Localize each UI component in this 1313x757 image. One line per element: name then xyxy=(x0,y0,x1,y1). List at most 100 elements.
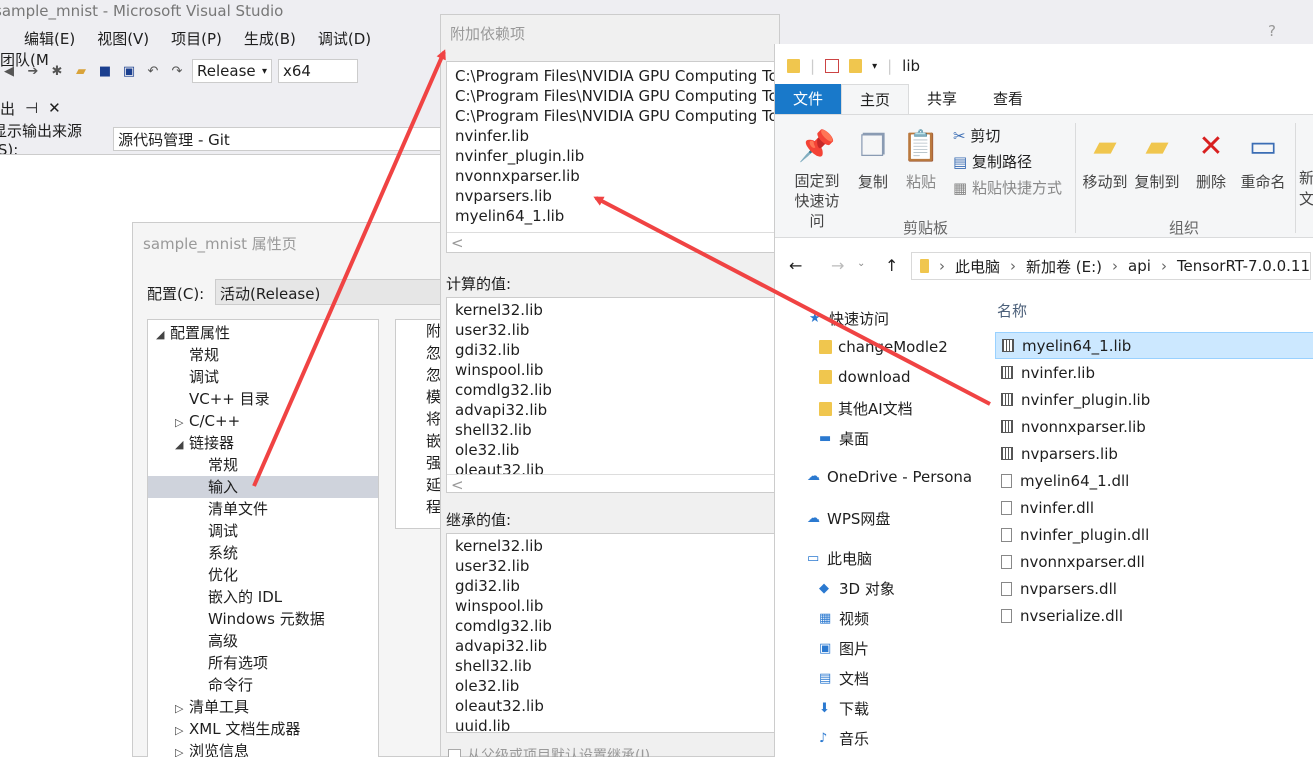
expand-icon[interactable]: ▷ xyxy=(175,412,189,434)
tree-item[interactable]: Windows 元数据 xyxy=(148,608,378,630)
file-row[interactable]: nvinfer_plugin.lib xyxy=(995,386,1313,413)
config-dropdown[interactable]: 活动(Release) xyxy=(215,279,455,305)
file-row[interactable]: nvparsers.dll xyxy=(995,575,1313,602)
column-header-name[interactable]: 名称 xyxy=(997,300,1027,321)
copy-to-button[interactable]: ▰ 复制到 xyxy=(1132,127,1182,192)
redo-icon[interactable]: ↷ xyxy=(168,62,186,80)
nav-item[interactable]: ▦ 视频 xyxy=(819,608,869,629)
tree-item[interactable]: ▷ XML 文档生成器 xyxy=(148,718,378,740)
output-tab[interactable]: 出 ⊣ ✕ xyxy=(0,96,72,120)
expand-icon[interactable]: ▷ xyxy=(175,742,189,757)
nav-item[interactable]: ◆ 3D 对象 xyxy=(819,578,895,599)
cut-button[interactable]: ✂ 剪切 xyxy=(953,125,1000,146)
menu-project[interactable]: 项目(P) xyxy=(171,28,222,49)
copy-path-button[interactable]: ▤ 复制路径 xyxy=(953,151,1032,172)
copy-button[interactable]: ❐ 复制 xyxy=(853,127,893,192)
tree-item[interactable]: ◢ 链接器 xyxy=(148,432,378,454)
nav-item[interactable]: ▭ 此电脑 xyxy=(807,548,872,569)
file-row[interactable]: nvparsers.lib xyxy=(995,440,1313,467)
tab-view[interactable]: 查看 xyxy=(975,84,1041,114)
file-row[interactable]: myelin64_1.dll xyxy=(995,467,1313,494)
platform-dropdown[interactable]: x64 xyxy=(278,59,358,83)
nav-item[interactable]: changeModle2 xyxy=(819,338,948,356)
forward-icon[interactable]: → xyxy=(831,256,844,275)
inherit-checkbox[interactable]: 从父级或项目默认设置继承(I) xyxy=(448,745,650,757)
tree-item[interactable]: 优化 xyxy=(148,564,378,586)
tree-item[interactable]: 所有选项 xyxy=(148,652,378,674)
nav-item[interactable]: ☁ OneDrive - Persona xyxy=(807,468,972,486)
save-all-icon[interactable]: ▣ xyxy=(120,62,138,80)
menu-edit[interactable]: 编辑(E) xyxy=(24,28,75,49)
open-folder-icon[interactable]: ▰ xyxy=(72,62,90,80)
tree-item[interactable]: VC++ 目录 xyxy=(148,388,378,410)
output-source-dropdown[interactable]: 源代码管理 - Git xyxy=(113,127,450,151)
new-folder-icon[interactable] xyxy=(849,59,863,73)
expand-icon[interactable]: ▷ xyxy=(175,698,189,720)
checkbox-box[interactable] xyxy=(448,748,461,757)
scrollbar[interactable]: < xyxy=(447,474,786,492)
new-button[interactable]: 新 文 xyxy=(1299,167,1313,209)
tree-item[interactable]: 调试 xyxy=(148,520,378,542)
tree-item[interactable]: 常规 xyxy=(148,344,378,366)
address-bar[interactable]: › 此电脑 › 新加卷 (E:) › api › TensorRT-7.0.0.… xyxy=(911,252,1311,280)
nav-item[interactable]: download xyxy=(819,368,911,386)
breadcrumb-this-pc[interactable]: 此电脑 xyxy=(955,256,1000,277)
nav-item[interactable]: ★ 快速访问 xyxy=(809,308,889,329)
close-icon[interactable]: ✕ xyxy=(48,99,61,117)
help-button[interactable]: ? xyxy=(1268,22,1276,40)
breadcrumb-drive[interactable]: 新加卷 (E:) xyxy=(1026,256,1102,277)
file-row[interactable]: nvserialize.dll xyxy=(995,602,1313,629)
tree-item[interactable]: 清单文件 xyxy=(148,498,378,520)
configuration-dropdown[interactable]: Release ▾ xyxy=(192,59,272,83)
new-project-icon[interactable]: ✱ xyxy=(48,62,66,80)
pin-icon[interactable]: ⊣ xyxy=(25,99,38,117)
forward-icon[interactable]: ➔ xyxy=(24,62,42,80)
file-row[interactable]: nvonnxparser.dll xyxy=(995,548,1313,575)
undo-icon[interactable]: ↶ xyxy=(144,62,162,80)
tab-share[interactable]: 共享 xyxy=(909,84,975,114)
back-icon[interactable]: ← xyxy=(789,256,802,275)
file-row[interactable]: nvinfer_plugin.dll xyxy=(995,521,1313,548)
menu-view[interactable]: 视图(V) xyxy=(97,28,149,49)
pin-to-quick-access-button[interactable]: 📌 固定到 快速访问 xyxy=(789,127,845,231)
nav-item[interactable]: ♪ 音乐 xyxy=(819,728,869,749)
rename-button[interactable]: ▭ 重命名 xyxy=(1237,127,1289,192)
tree-item[interactable]: ▷ 浏览信息 xyxy=(148,740,378,757)
tab-file[interactable]: 文件 xyxy=(775,84,842,114)
tree-item[interactable]: ◢ 配置属性 xyxy=(148,322,378,344)
chevron-down-icon[interactable]: ▾ xyxy=(872,61,877,72)
file-row[interactable]: nvinfer.lib xyxy=(995,359,1313,386)
tab-home[interactable]: 主页 xyxy=(841,84,910,114)
properties-icon[interactable] xyxy=(825,59,840,73)
scrollbar[interactable]: < xyxy=(447,232,786,252)
expand-icon[interactable]: ▷ xyxy=(175,720,189,742)
nav-item[interactable]: ⬇ 下载 xyxy=(819,698,869,719)
nav-item[interactable]: 其他AI文档 xyxy=(819,398,913,419)
nav-item[interactable]: ▣ 图片 xyxy=(819,638,869,659)
file-row[interactable]: myelin64_1.lib xyxy=(995,332,1313,359)
tree-item[interactable]: 常规 xyxy=(148,454,378,476)
tree-item[interactable]: 系统 xyxy=(148,542,378,564)
file-row[interactable]: nvonnxparser.lib xyxy=(995,413,1313,440)
nav-item[interactable]: ☁ WPS网盘 xyxy=(807,508,890,529)
tree-item[interactable]: ▷ C/C++ xyxy=(148,410,378,432)
dependency-editor[interactable]: C:\Program Files\NVIDIA GPU Computing To… xyxy=(446,61,786,253)
nav-item[interactable]: ▤ 文档 xyxy=(819,668,869,689)
menu-build[interactable]: 生成(B) xyxy=(244,28,296,49)
tree-item[interactable]: 高级 xyxy=(148,630,378,652)
tree-item[interactable]: 输入 xyxy=(148,476,378,498)
save-icon[interactable]: ■ xyxy=(96,62,114,80)
paste-shortcut-button[interactable]: ▦ 粘贴快捷方式 xyxy=(953,177,1062,198)
menu-debug[interactable]: 调试(D) xyxy=(318,28,371,49)
breadcrumb-api[interactable]: api xyxy=(1128,257,1151,275)
paste-button[interactable]: 📋 粘贴 xyxy=(901,127,941,192)
collapse-icon[interactable]: ◢ xyxy=(175,434,189,456)
move-to-button[interactable]: ▰ 移动到 xyxy=(1080,127,1130,192)
file-row[interactable]: nvinfer.dll xyxy=(995,494,1313,521)
nav-item[interactable]: ▬ 桌面 xyxy=(819,428,869,449)
up-icon[interactable]: ↑ xyxy=(885,256,898,275)
tree-item[interactable]: ▷ 清单工具 xyxy=(148,696,378,718)
tree-item[interactable]: 调试 xyxy=(148,366,378,388)
back-icon[interactable]: ◀ xyxy=(0,62,18,80)
collapse-icon[interactable]: ◢ xyxy=(156,324,170,346)
